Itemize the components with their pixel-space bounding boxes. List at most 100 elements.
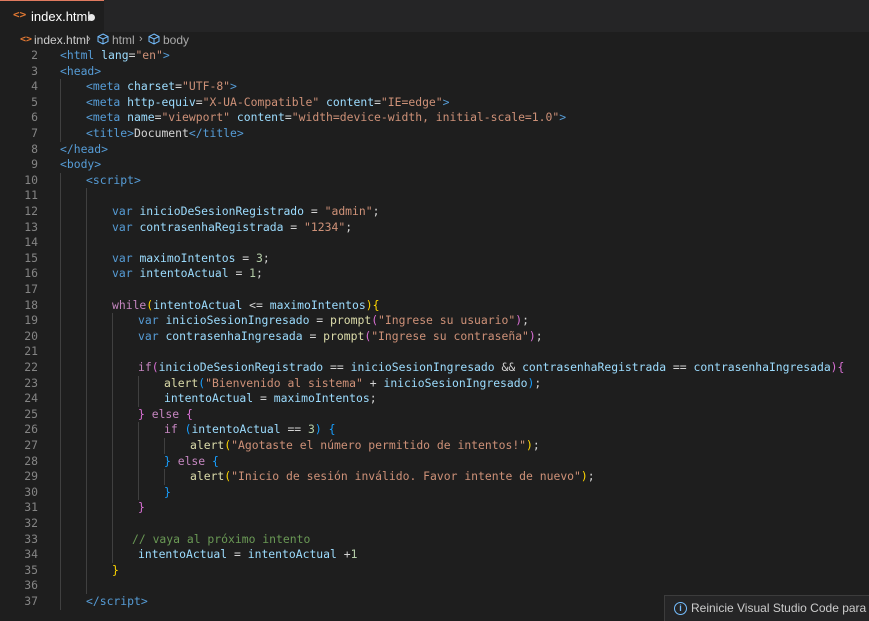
code-line[interactable]: 25} else { <box>0 406 869 423</box>
code-token: "Bienvenido al sistema" <box>205 375 363 390</box>
code-line[interactable]: 16 var intentoActual = 1; <box>0 266 869 282</box>
code-line[interactable]: 22 if(inicioDeSesionRegistrado == inicioS… <box>0 360 869 376</box>
code-text: <script> <box>86 173 141 189</box>
indent-guide <box>138 453 139 470</box>
restart-notification[interactable]: i Reinicie Visual Studio Code para aplic <box>664 595 869 621</box>
code-line[interactable]: 10 <script> <box>0 172 869 189</box>
code-line[interactable]: 15 var maximoIntentos = 3; <box>0 250 869 267</box>
code-token: ( <box>151 360 159 374</box>
indent-guide <box>86 204 87 220</box>
code-line[interactable]: 27 alert("Agotaste el número permitido de… <box>0 438 869 454</box>
indent-guide <box>60 422 61 438</box>
code-line[interactable]: 12 var inicioDeSesionRegistrado = "admin"… <box>0 204 869 220</box>
code-line[interactable]: 20 var contrasenhaIngresada = prompt("Ing… <box>0 328 869 345</box>
code-text: alert("Inicio de sesión inválido. Favor … <box>190 469 595 485</box>
breadcrumb-html[interactable]: html <box>112 33 135 47</box>
code-line[interactable]: 26 if (intentoActual == 3) { <box>0 422 869 438</box>
code-line[interactable]: 7 <title>Document</title> <box>0 126 869 142</box>
code-token: ; <box>535 328 543 343</box>
indent-guide <box>138 422 139 438</box>
indent-guide <box>60 469 61 485</box>
code-token: "X-UA-Compatible" <box>202 94 320 109</box>
code-token: <meta <box>86 79 121 94</box>
code-token: 1 <box>249 266 257 281</box>
code-token: ; <box>522 313 529 328</box>
code-line[interactable]: 31} <box>0 500 869 516</box>
line-number: 18 <box>24 297 38 312</box>
indent-guide <box>60 235 61 251</box>
line-number: 36 <box>24 578 38 593</box>
breadcrumb-separator-icon: › <box>87 33 91 45</box>
code-token: ) <box>314 422 322 437</box>
code-line[interactable]: 8 </head> <box>0 142 869 158</box>
code-token: { <box>837 360 845 374</box>
code-line[interactable]: 36 <box>0 578 869 594</box>
line-number: 29 <box>24 469 38 484</box>
indent-guide <box>60 594 61 610</box>
indent-guide <box>60 282 61 298</box>
unsaved-dot-icon[interactable] <box>88 14 95 21</box>
element-cube-icon <box>97 33 109 48</box>
code-token: ; <box>262 250 270 265</box>
breadcrumb-body[interactable]: body <box>163 33 189 47</box>
indent-guide <box>86 391 87 407</box>
code-line[interactable]: 23 alert("Bienvenido al sistema" + inicio… <box>0 375 869 392</box>
code-line[interactable]: 13 var contrasenhaRegistrada = "1234"; <box>0 219 869 236</box>
indent-guide <box>86 422 87 438</box>
code-line[interactable]: 11 <box>0 188 869 204</box>
code-text: var intentoActual = 1; <box>112 266 263 282</box>
code-token: && <box>494 360 523 374</box>
code-token: = <box>302 328 324 343</box>
indent-guide <box>138 438 139 454</box>
code-token: inicioDeSesionRegistrado <box>158 360 324 374</box>
code-token: maximoIntentos <box>269 297 366 312</box>
line-number: 10 <box>24 172 38 187</box>
code-token: inicioSesionIngresado <box>350 360 495 374</box>
indent-guide <box>112 375 113 392</box>
code-token: "Agotaste el número permitido de intento… <box>231 438 527 452</box>
code-token: <meta <box>86 110 121 125</box>
code-line[interactable]: 21 <box>0 344 869 360</box>
code-editor[interactable]: 2 <html lang="en"> 3 <head> 4 <meta charset="… <box>0 48 869 621</box>
code-line[interactable]: 29 alert("Inicio de sesión inválido. Favo… <box>0 469 869 485</box>
code-line[interactable]: 14 <box>0 235 869 251</box>
code-line[interactable]: 2 <html lang="en"> <box>0 48 869 64</box>
code-token: > <box>442 94 450 109</box>
code-line[interactable]: 17 <box>0 282 869 298</box>
code-line[interactable]: 3 <head> <box>0 64 869 80</box>
line-number: 33 <box>24 531 38 546</box>
code-token: content <box>326 94 375 109</box>
code-line[interactable]: 33 // vaya al próximo intento <box>0 531 869 548</box>
code-token: } <box>138 500 145 515</box>
code-line[interactable]: 18 while(intentoActual <= maximoIntentos)… <box>0 297 869 314</box>
code-text: if (intentoActual == 3) { <box>164 422 335 438</box>
breadcrumb-file[interactable]: index.html <box>34 33 89 47</box>
line-number: 28 <box>24 453 38 468</box>
indent-guide <box>86 516 87 532</box>
line-number: 13 <box>24 219 38 234</box>
code-line[interactable]: 6 <meta name="viewport" content="width=de… <box>0 110 869 126</box>
code-line[interactable]: 4 <meta charset="UTF-8"> <box>0 79 869 95</box>
code-token: "viewport" <box>161 110 231 125</box>
line-number: 12 <box>24 204 38 218</box>
indent-guide <box>60 406 61 423</box>
code-line[interactable]: 35} <box>0 562 869 579</box>
code-line[interactable]: 28} else { <box>0 453 869 470</box>
indent-guide <box>86 297 87 314</box>
code-line[interactable]: 19 var inicioSesionIngresado = prompt("In… <box>0 313 869 329</box>
tab-index-html[interactable]: <> index.html <box>0 0 104 32</box>
code-text: <head> <box>60 64 101 80</box>
code-line[interactable]: 34 intentoActual = intentoActual +1 <box>0 547 869 563</box>
code-token: intentoActual <box>247 547 337 562</box>
code-line[interactable]: 30} <box>0 484 869 501</box>
line-number: 17 <box>24 282 38 296</box>
code-token: var <box>138 313 159 328</box>
code-line[interactable]: 32 <box>0 516 869 532</box>
code-token: = <box>284 110 292 125</box>
code-token: = <box>253 391 274 406</box>
code-line[interactable]: 24 intentoActual = maximoIntentos; <box>0 391 869 407</box>
indent-guide <box>112 422 113 438</box>
code-line[interactable]: 9 <body> <box>0 157 869 173</box>
code-line[interactable]: 5 <meta http-equiv="X-UA-Compatible" cont… <box>0 94 869 111</box>
